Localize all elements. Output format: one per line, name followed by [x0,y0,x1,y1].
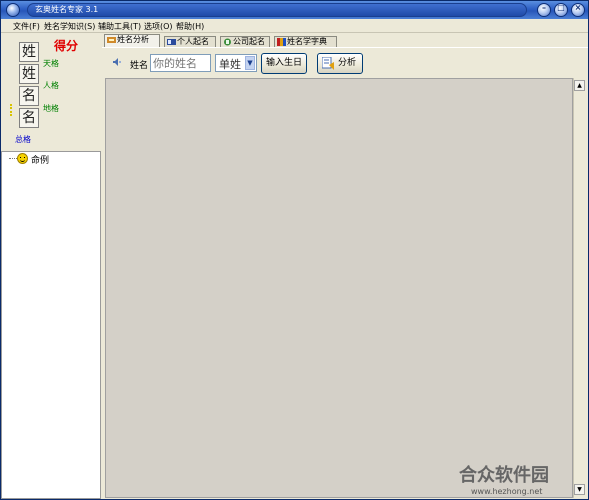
tab-label: 姓名分析 [117,35,149,44]
maximize-button[interactable]: □ [554,3,568,17]
result-area[interactable] [105,78,573,498]
menu-tools[interactable]: 辅助工具(T) [98,21,141,32]
menu-options[interactable]: 选项(O) [144,21,173,32]
surname-type-value: 单姓 [219,58,241,71]
menu-name-knowledge[interactable]: 姓名学知识(S) [44,21,95,32]
analyze-icon [322,57,334,70]
surname-type-select[interactable]: 单姓 ▼ [215,54,257,72]
app-icon[interactable] [6,3,20,17]
tree-connector [9,158,17,159]
surname-char-2: 姓 [19,64,39,84]
score-label: 得分 [54,39,79,53]
close-icon: × [574,3,582,12]
window-title: 玄奥姓名专家 3.1 [35,5,99,14]
dige-label: 地格 [43,104,59,113]
tab-name-analysis[interactable]: 姓名分析 [104,34,160,47]
minimize-button[interactable]: – [537,3,551,17]
surname-char-1: 姓 [19,42,39,62]
menu-bar: 文件(F) 姓名学知识(S) 辅助工具(T) 选项(O) 帮助(H) [1,19,588,33]
title-pill [27,3,527,17]
maximize-icon: □ [557,3,565,12]
menu-file[interactable]: 文件(F) [13,21,40,32]
company-icon [224,38,231,46]
analyze-button[interactable]: 分析 [317,53,363,74]
speaker-icon[interactable] [113,58,121,66]
given-char-2: 名 [19,108,39,128]
book-icon [277,38,286,46]
scroll-up-button[interactable]: ▲ [574,80,585,91]
renge-label: 人格 [43,81,59,90]
tree-item-case[interactable]: 命例 [31,153,49,166]
analysis-toolbar: 姓名 单姓 ▼ 输入生日 分析 [102,47,588,77]
tab-label: 姓名学字典 [287,37,327,46]
app-window: 玄奥姓名专家 3.1 – □ × 文件(F) 姓名学知识(S) 辅助工具(T) … [0,0,589,500]
close-button[interactable]: × [571,3,585,17]
tab-label: 公司起名 [233,37,265,46]
chevron-down-icon[interactable]: ▼ [245,56,255,70]
smiley-icon [17,153,28,164]
case-tree[interactable]: 命例 [1,151,101,499]
vertical-scrollbar[interactable]: ▲ ▼ [573,78,585,498]
tab-bar: 姓名分析 个人起名 公司起名 姓名学字典 [102,34,588,47]
menu-help[interactable]: 帮助(H) [176,21,204,32]
given-char-1: 名 [19,86,39,106]
analysis-icon [107,37,116,43]
watermark-name: 合众软件园 [459,465,549,486]
minimize-icon: – [542,3,546,12]
zongge-label: 总格 [15,135,31,144]
selection-marker [10,104,13,116]
tab-label: 个人起名 [177,37,209,46]
name-label: 姓名 [130,61,149,71]
tab-personal-naming[interactable]: 个人起名 [164,36,216,47]
tab-company-naming[interactable]: 公司起名 [220,36,270,47]
analyze-label: 分析 [337,58,356,68]
person-card-icon [167,39,176,45]
watermark-site: www.hezhong.net [471,487,543,496]
name-input[interactable] [150,54,211,72]
tab-name-dictionary[interactable]: 姓名学字典 [274,36,337,47]
tiange-label: 天格 [43,59,59,68]
title-bar[interactable]: 玄奥姓名专家 3.1 – □ × [1,1,588,19]
birthday-button[interactable]: 输入生日 [261,53,307,74]
scroll-down-button[interactable]: ▼ [574,484,585,495]
name-score-panel: 姓 姓 名 名 得分 天格 人格 地格 总格 [1,34,101,151]
